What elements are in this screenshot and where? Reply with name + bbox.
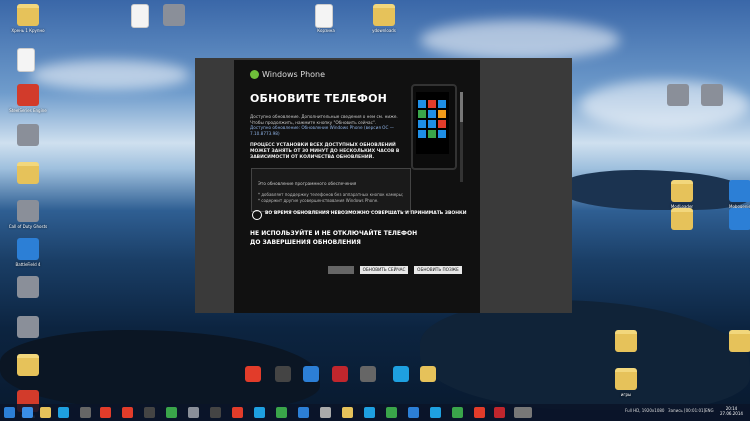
desktop-right-icon[interactable] <box>701 84 723 106</box>
steam-icon[interactable] <box>275 366 291 382</box>
desktop-right-icon[interactable] <box>615 368 637 390</box>
phone-tile <box>428 130 436 138</box>
ie-icon[interactable] <box>22 407 33 418</box>
phone-tile <box>438 130 446 138</box>
desktop-left-icon[interactable] <box>17 316 39 338</box>
brand-label: Windows Phone <box>262 70 326 79</box>
taskbar-app-icon[interactable] <box>342 407 353 418</box>
desktop-left-icon[interactable] <box>17 4 39 26</box>
taskbar-app-icon[interactable] <box>188 407 199 418</box>
phone-tile <box>428 100 436 108</box>
desktop-right-icon[interactable] <box>671 180 693 202</box>
taskbar-app-icon[interactable] <box>408 407 419 418</box>
skype-icon[interactable] <box>393 366 409 382</box>
taskbar-app-icon[interactable] <box>58 407 69 418</box>
folder-icon[interactable] <box>420 366 436 382</box>
desktop-left-icon[interactable] <box>17 124 39 146</box>
dialog-scroll-thumb[interactable] <box>460 92 463 122</box>
phone-tile <box>438 120 446 128</box>
explorer-icon[interactable] <box>40 407 51 418</box>
back-button-disabled[interactable] <box>328 266 354 274</box>
taskbar-app-icon[interactable] <box>122 407 133 418</box>
taskbar-clock[interactable]: 20:14 27.06.2014 <box>720 406 743 416</box>
desktop-left-icon-label: Call of Duty Ghosts <box>8 224 48 229</box>
desktop-right-icon[interactable] <box>671 208 693 230</box>
install-duration-warning: ПРОЦЕСС УСТАНОВКИ ВСЕХ ДОСТУПНЫХ ОБНОВЛЕ… <box>250 143 400 160</box>
taskbar-app-icon[interactable] <box>494 407 505 418</box>
yandex-icon[interactable] <box>100 407 111 418</box>
phone-tile <box>418 130 426 138</box>
dock-app-icon[interactable] <box>332 366 348 382</box>
desktop-left-icon-label: SteelSeries Engine <box>9 108 47 113</box>
taskbar-app-icon[interactable] <box>276 407 287 418</box>
phone-tile <box>438 100 446 108</box>
desktop-left-icon[interactable] <box>17 354 39 376</box>
desktop-right-icon[interactable] <box>667 84 689 106</box>
tray-resolution: Full HD, 1920x1080 <box>625 408 665 413</box>
desktop-top-icon-label: ydownloads <box>372 28 396 33</box>
update-version-link[interactable]: 7.10.8773.98) <box>250 131 400 137</box>
desktop-left-icon[interactable] <box>17 276 39 298</box>
taskbar-app-icon[interactable] <box>320 407 331 418</box>
taskbar-app-icon[interactable] <box>386 407 397 418</box>
taskbar-app-icon[interactable] <box>80 407 91 418</box>
desktop-left-icon-label: BattleField 4 <box>15 262 41 267</box>
desktop-top-icon[interactable] <box>373 4 395 26</box>
desktop-right-icon[interactable] <box>729 180 750 202</box>
phone-tile <box>418 120 426 128</box>
desktop-left-icon[interactable] <box>17 84 39 106</box>
taskbar-app-icon[interactable] <box>298 407 309 418</box>
dialog-title: ОБНОВИТЕ ТЕЛЕФОН <box>250 92 388 105</box>
no-calls-icon <box>252 210 262 220</box>
taskbar-app-icon[interactable] <box>364 407 375 418</box>
phone-tile <box>428 120 436 128</box>
desktop-right-icon[interactable] <box>729 208 750 230</box>
notes-title: Это обновление программного обеспечения <box>258 181 357 186</box>
start-icon[interactable] <box>4 407 15 418</box>
desktop-left-icon[interactable] <box>17 48 35 72</box>
no-calls-warning: ВО ВРЕМЯ ОБНОВЛЕНИЯ НЕВОЗМОЖНО СОВЕРШАТЬ… <box>265 211 467 216</box>
taskbar-app-icon[interactable] <box>430 407 441 418</box>
taskbar-app-icon[interactable] <box>166 407 177 418</box>
desktop-left-icon[interactable] <box>17 200 39 222</box>
taskbar-app-icon[interactable] <box>254 407 265 418</box>
desktop-top-icon[interactable] <box>163 4 185 26</box>
clock-date: 27.06.2014 <box>720 411 743 416</box>
language-indicator[interactable]: ENG <box>705 408 714 413</box>
desktop-right-icon-label: игры <box>620 392 632 397</box>
desktop-left-icon[interactable] <box>17 238 39 260</box>
zune-taskbar-icon[interactable] <box>514 407 532 418</box>
update-later-button[interactable]: ОБНОВИТЬ ПОЗЖЕ <box>414 266 462 274</box>
desc-line-1: Доступно обновление. Дополнительные свед… <box>250 114 398 119</box>
windows-phone-logo-icon <box>250 70 259 79</box>
desktop-top-icon[interactable] <box>131 4 149 28</box>
desktop-left-icon-label: Хрень 1 Крупно <box>11 28 45 33</box>
phone-tile <box>418 110 426 118</box>
desktop-right-icon[interactable] <box>615 330 637 352</box>
tray-record: Запись [00:01:01] <box>668 408 706 413</box>
update-notes-box <box>251 168 411 212</box>
dock-app-icon[interactable] <box>303 366 319 382</box>
phone-tile <box>438 110 446 118</box>
update-now-button[interactable]: ОБНОВИТЬ СЕЙЧАС <box>360 266 408 274</box>
taskbar-app-icon[interactable] <box>452 407 463 418</box>
note-line-1: * добавляет поддержку телефонов без аппа… <box>258 192 404 197</box>
dock-app-icon[interactable] <box>360 366 376 382</box>
note-line-2: * содержит другие усовершенствования Win… <box>258 198 379 203</box>
desktop-top-icon-label: Корзина <box>317 28 335 33</box>
desktop-top-icon[interactable] <box>315 4 333 28</box>
phone-tile <box>418 100 426 108</box>
taskbar-app-icon[interactable] <box>144 407 155 418</box>
taskbar-app-icon[interactable] <box>474 407 485 418</box>
update-description: Доступно обновление. Дополнительные свед… <box>250 114 400 136</box>
desktop-left-icon[interactable] <box>17 162 39 184</box>
steam-taskbar-icon[interactable] <box>210 407 221 418</box>
taskbar-app-icon[interactable] <box>232 407 243 418</box>
update-details-link[interactable]: Доступно обновление: Обновление Windows … <box>250 125 400 131</box>
desktop-right-icon[interactable] <box>729 330 750 352</box>
phone-tile <box>428 110 436 118</box>
dock-app-icon[interactable] <box>245 366 261 382</box>
disconnect-warning: НЕ ИСПОЛЬЗУЙТЕ И НЕ ОТКЛЮЧАЙТЕ ТЕЛЕФОН Д… <box>250 230 418 246</box>
